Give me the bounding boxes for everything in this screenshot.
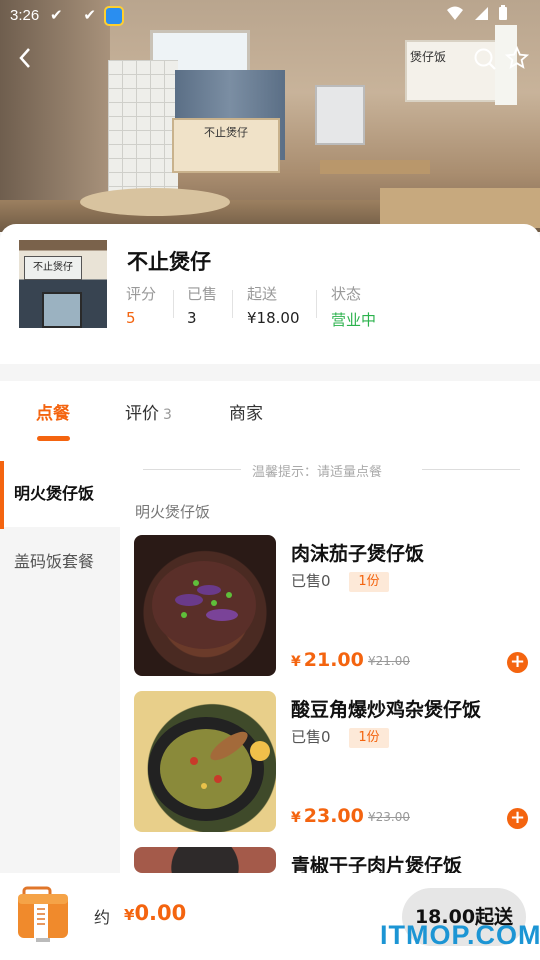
stat-value: 营业中 xyxy=(331,311,377,329)
add-icon: + xyxy=(509,807,526,828)
wifi-icon xyxy=(447,6,463,20)
battery-icon xyxy=(499,5,508,20)
search-icon xyxy=(474,48,496,70)
dish-price: ¥21.00 xyxy=(291,649,364,671)
stat-value: ¥18.00 xyxy=(247,309,300,327)
stat-status: 状态 营业中 xyxy=(331,283,377,329)
signal-icon xyxy=(475,7,489,20)
stat-value: 5 xyxy=(126,309,136,327)
dish-image[interactable] xyxy=(134,535,276,676)
dish-portion-tag: 1份 xyxy=(349,728,389,748)
sidebar-item-rice-combo[interactable]: 盖码饭套餐 xyxy=(0,529,120,595)
divider xyxy=(143,469,241,470)
banner-fridge xyxy=(315,85,365,145)
banner-tiles xyxy=(108,60,178,200)
tab-reviews-label: 评价 xyxy=(125,404,159,424)
add-to-cart-button[interactable]: + xyxy=(507,808,528,829)
cart-button[interactable] xyxy=(16,882,72,944)
dish-original-price: ¥23.00 xyxy=(368,810,410,824)
dish-currency: ¥ xyxy=(291,654,301,670)
dish-photo-art xyxy=(152,561,256,649)
shop-photo-sign: 不止煲仔 xyxy=(24,256,82,280)
divider xyxy=(422,469,520,470)
cart-currency: ¥ xyxy=(124,906,135,924)
dish-price: ¥23.00 xyxy=(291,805,364,827)
banner-table xyxy=(320,160,430,174)
favorite-button[interactable] xyxy=(504,45,530,70)
dish-original-price: ¥21.00 xyxy=(368,654,410,668)
menu-tip: 温馨提示：请适量点餐 xyxy=(252,465,383,480)
shop-name: 不止煲仔 xyxy=(127,250,211,274)
menu-section-title: 明火煲仔饭 xyxy=(135,503,211,521)
stat-divider xyxy=(232,290,233,318)
banner-table xyxy=(80,188,230,216)
app-notification-icon xyxy=(104,6,124,26)
stat-min-order: 起送 ¥18.00 xyxy=(247,283,300,327)
banner-counter-sign: 不止煲仔 xyxy=(204,126,248,139)
dish-portion-tag: 1份 xyxy=(349,572,389,592)
sidebar-active-indicator xyxy=(0,461,4,529)
tab-order-label: 点餐 xyxy=(36,404,70,424)
stat-label: 评分 xyxy=(126,285,157,303)
dish-name: 肉沫茄子煲仔饭 xyxy=(291,543,425,565)
shop-photo-door xyxy=(42,292,82,328)
add-icon: + xyxy=(509,651,526,672)
dish-photo-art xyxy=(148,717,270,821)
back-button[interactable] xyxy=(14,44,38,72)
tab-reviews-count: 3 xyxy=(163,407,172,423)
category-sidebar: 明火煲仔饭 盖码饭套餐 xyxy=(0,461,120,873)
cart-approx-label: 约 xyxy=(94,908,111,927)
status-right-icons xyxy=(446,5,508,25)
stat-label: 起送 xyxy=(247,285,278,303)
sidebar-item-label: 明火煲仔饭 xyxy=(14,484,95,503)
add-to-cart-button[interactable]: + xyxy=(507,652,528,673)
stat-divider xyxy=(316,290,317,318)
dish-currency: ¥ xyxy=(291,810,301,826)
tab-reviews[interactable]: 评价 3 xyxy=(125,399,172,424)
stat-value: 3 xyxy=(187,309,197,327)
watermark-logo: ITMOP.COM xyxy=(380,920,540,950)
banner-table xyxy=(380,188,540,228)
status-bar: 3:26 ✔ ✔ xyxy=(0,0,540,32)
banner-poster-title: 煲仔饭 xyxy=(410,50,447,64)
dish-image[interactable] xyxy=(134,847,276,873)
dish-price-value: 21.00 xyxy=(303,649,364,671)
download-done-icon: ✔ ✔ xyxy=(50,6,104,24)
cart-total: ¥0.00 xyxy=(124,901,186,925)
stat-sold: 已售 3 xyxy=(187,283,217,327)
tabs-bar xyxy=(0,381,540,461)
tab-merchant[interactable]: 商家 xyxy=(229,399,263,424)
dish-sold-count: 已售0 xyxy=(291,728,331,746)
stat-label: 状态 xyxy=(331,285,362,303)
cart-total-value: 0.00 xyxy=(134,901,187,925)
star-icon xyxy=(504,45,530,69)
back-arrow-icon xyxy=(19,48,30,68)
tab-active-indicator xyxy=(37,436,70,441)
dish-name: 酸豆角爆炒鸡杂煲仔饭 xyxy=(291,699,482,721)
shop-banner-image: 不止煲仔 煲仔饭 xyxy=(0,0,540,232)
sidebar-item-clay-pot-rice[interactable]: 明火煲仔饭 xyxy=(0,461,120,527)
stat-rating: 评分 5 xyxy=(126,283,156,327)
tab-merchant-label: 商家 xyxy=(229,404,263,424)
shopping-bag-icon xyxy=(18,886,68,942)
stat-label: 已售 xyxy=(187,285,218,303)
status-time: 3:26 xyxy=(10,7,40,24)
stat-divider xyxy=(173,290,174,318)
tab-order[interactable]: 点餐 xyxy=(36,399,70,424)
sidebar-item-label: 盖码饭套餐 xyxy=(14,552,95,571)
dish-image[interactable] xyxy=(134,691,276,832)
search-button[interactable] xyxy=(473,47,497,71)
dish-price-value: 23.00 xyxy=(303,805,364,827)
dish-sold-count: 已售0 xyxy=(291,572,331,590)
